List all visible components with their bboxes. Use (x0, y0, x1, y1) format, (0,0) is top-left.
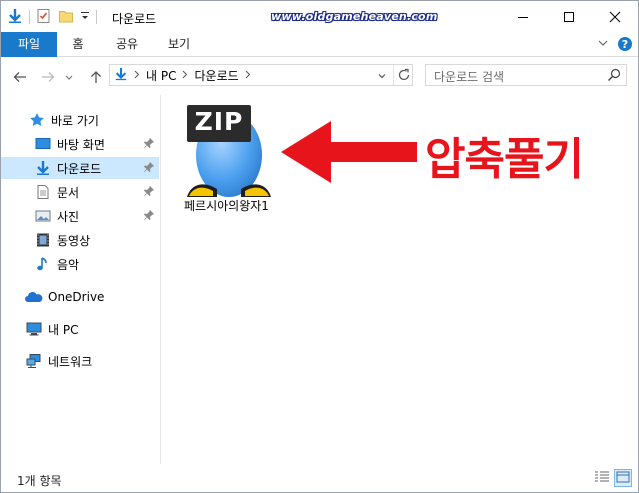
nav-label: 바탕 화면 (57, 137, 105, 152)
zip-badge: ZIP (194, 107, 244, 136)
chevron-right-icon[interactable] (245, 68, 251, 82)
nav-label: 다운로드 (57, 161, 102, 176)
status-bar: 1개 항목 (1, 464, 638, 492)
properties-icon[interactable] (36, 8, 52, 27)
tab-view[interactable]: 보기 (159, 32, 199, 57)
customize-toolbar-icon[interactable] (80, 10, 90, 25)
file-name[interactable]: 페르시아의왕자1 (184, 197, 269, 214)
address-history-dropdown-icon[interactable] (377, 70, 387, 84)
nav-label: 동영상 (57, 233, 91, 248)
details-view-icon (594, 470, 610, 487)
nav-item-pictures[interactable]: 사진 (1, 205, 159, 227)
tab-file[interactable]: 파일 (1, 32, 57, 57)
pin-icon[interactable] (143, 161, 155, 176)
tab-share[interactable]: 공유 (107, 32, 147, 57)
pictures-icon (34, 207, 52, 225)
address-bar[interactable]: 내 PC 다운로드 (109, 64, 413, 86)
close-button[interactable] (592, 1, 638, 32)
nav-item-quick-access[interactable]: 바로 가기 (1, 109, 159, 131)
title-bar: 다운로드 www.oldgameheaven.com (1, 1, 638, 32)
download-icon (34, 159, 52, 177)
breadcrumb-pc[interactable]: 내 PC (146, 67, 176, 84)
up-button[interactable] (87, 68, 105, 86)
pin-icon[interactable] (143, 209, 155, 224)
nav-item-this-pc[interactable]: 내 PC (1, 318, 159, 340)
nav-label: 문서 (57, 185, 80, 200)
nav-item-network[interactable]: 네트워크 (1, 350, 159, 372)
item-count: 1개 항목 (17, 474, 62, 488)
network-icon (25, 352, 43, 370)
details-view-button[interactable] (593, 469, 611, 487)
toolbar-divider (29, 10, 30, 24)
toolbar-divider (96, 10, 97, 24)
back-button[interactable] (11, 68, 29, 86)
nav-label: 바로 가기 (51, 113, 99, 128)
chevron-right-icon[interactable] (182, 68, 188, 82)
nav-item-onedrive[interactable]: OneDrive (1, 286, 159, 308)
star-icon (28, 111, 46, 129)
nav-label: 내 PC (48, 322, 79, 337)
window-title: 다운로드 (112, 12, 157, 26)
pc-icon (25, 320, 43, 338)
pin-icon[interactable] (143, 137, 155, 152)
nav-item-documents[interactable]: 문서 (1, 181, 159, 203)
nav-label: 사진 (57, 209, 80, 224)
address-divider (393, 65, 394, 85)
tab-home[interactable]: 홈 (63, 32, 93, 57)
annotation-text: 압축풀기 (425, 134, 584, 185)
nav-label: 네트워크 (48, 354, 93, 369)
large-icons-view-button[interactable] (614, 469, 632, 487)
refresh-icon[interactable] (397, 68, 411, 85)
svg-text:?: ? (622, 38, 628, 51)
search-input[interactable]: 다운로드 검색 (425, 64, 627, 86)
nav-item-videos[interactable]: 동영상 (1, 229, 159, 251)
nav-label: OneDrive (48, 290, 105, 304)
navigation-pane: 바로 가기 바탕 화면 다운로드 문서 사진 동영상 음악 OneDrive 내… (1, 95, 161, 464)
watermark-text: www.oldgameheaven.com (271, 10, 438, 23)
chevron-right-icon[interactable] (134, 68, 140, 82)
explorer-window: 다운로드 www.oldgameheaven.com 파일 홈 공유 보기 ? (0, 0, 639, 493)
maximize-button[interactable] (546, 1, 592, 32)
onedrive-icon (25, 288, 43, 306)
document-icon (34, 183, 52, 201)
expand-ribbon-icon[interactable] (597, 37, 609, 52)
download-location-icon (114, 67, 128, 84)
new-folder-icon[interactable] (58, 8, 74, 27)
nav-item-downloads[interactable]: 다운로드 (1, 157, 159, 179)
recent-locations-button[interactable] (63, 68, 75, 86)
minimize-button[interactable] (500, 1, 546, 32)
search-placeholder: 다운로드 검색 (434, 70, 505, 84)
red-arrow-annotation (279, 118, 419, 189)
forward-button[interactable] (39, 68, 57, 86)
quick-access-toolbar (7, 8, 97, 26)
search-icon[interactable] (607, 68, 621, 85)
nav-label: 음악 (57, 257, 80, 272)
download-arrow-icon[interactable] (7, 8, 23, 27)
desktop-icon (34, 135, 52, 153)
ribbon-tab-bar: 파일 홈 공유 보기 ? (1, 32, 638, 57)
pin-icon[interactable] (143, 185, 155, 200)
nav-item-desktop[interactable]: 바탕 화면 (1, 133, 159, 155)
music-icon (34, 255, 52, 273)
nav-item-music[interactable]: 음악 (1, 253, 159, 275)
breadcrumb-downloads[interactable]: 다운로드 (194, 67, 238, 84)
help-icon[interactable]: ? (617, 36, 633, 55)
video-icon (34, 231, 52, 249)
large-icons-view-icon (616, 471, 630, 486)
